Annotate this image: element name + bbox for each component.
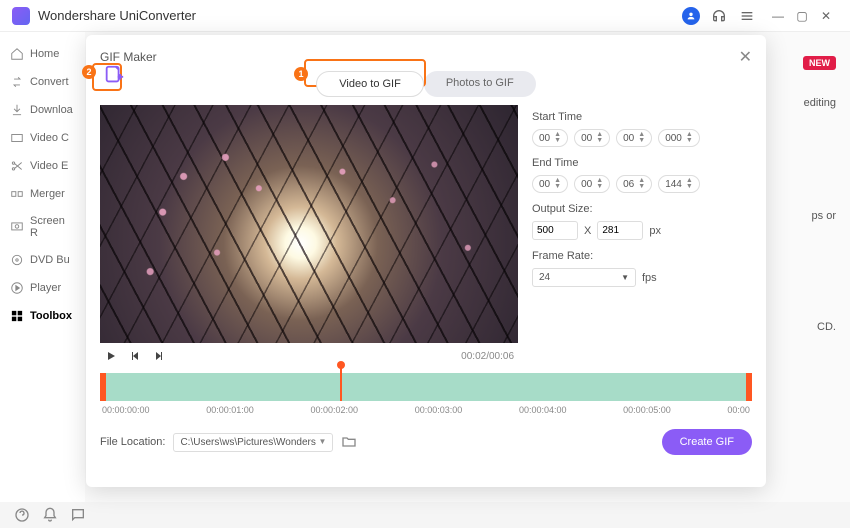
end-hours-stepper[interactable]: 00▲▼ [532,175,568,193]
output-height-input[interactable] [597,221,643,240]
x-separator: X [584,225,591,237]
play-circle-icon [10,281,24,295]
player-time: 00:02/00:06 [461,351,514,362]
sidebar-item-label: Toolbox [30,310,72,322]
playhead[interactable] [340,365,342,401]
sidebar-item-label: Merger [30,188,65,200]
add-file-button[interactable] [102,63,126,87]
sidebar-nav: Home Convert Downloa Video C Video E Mer… [0,32,85,502]
create-gif-button[interactable]: Create GIF [662,429,752,455]
sidebar-item-label: Home [30,48,59,60]
start-minutes-stepper[interactable]: 00▲▼ [574,129,610,147]
app-title: Wondershare UniConverter [38,8,196,23]
video-compress-icon [10,131,24,145]
video-preview[interactable] [100,105,518,343]
chevron-down-icon: ▼ [319,437,327,448]
annotation-number-1: 1 [294,67,308,81]
start-hours-stepper[interactable]: 00▲▼ [532,129,568,147]
sidebar-item-toolbox[interactable]: Toolbox [0,302,85,330]
fps-label: fps [642,272,657,284]
user-avatar-icon[interactable] [682,7,700,25]
output-size-label: Output Size: [532,203,752,215]
minimize-button[interactable]: — [766,9,790,23]
timeline: 00:00:00:00 00:00:01:00 00:00:02:00 00:0… [100,373,752,415]
title-bar: Wondershare UniConverter — ▢ ✕ [0,0,850,32]
footer-bar [0,502,100,528]
hamburger-menu-icon[interactable] [738,7,756,25]
close-modal-button[interactable]: ✕ [739,47,752,67]
tick-label: 00:00:05:00 [623,405,671,415]
tick-label: 00:00 [727,405,750,415]
home-icon [10,47,24,61]
file-location-select[interactable]: C:\Users\ws\Pictures\Wonders▼ [173,433,333,452]
sidebar-item-player[interactable]: Player [0,274,85,302]
sidebar-item-label: Video E [30,160,68,172]
tick-label: 00:00:04:00 [519,405,567,415]
merge-icon [10,187,24,201]
end-ms-stepper[interactable]: 144▲▼ [658,175,700,193]
tab-photos-to-gif[interactable]: Photos to GIF [424,71,536,97]
sidebar-item-download[interactable]: Downloa [0,96,85,124]
sidebar-item-label: Downloa [30,104,73,116]
tick-label: 00:00:00:00 [102,405,150,415]
sidebar-item-video-edit[interactable]: Video E [0,152,85,180]
gif-maker-modal: GIF Maker ✕ 2 Video to GIF Photos to GIF… [86,35,766,487]
mode-tabs: Video to GIF Photos to GIF [100,71,752,97]
chevron-down-icon: ▼ [621,273,629,282]
sidebar-item-convert[interactable]: Convert [0,68,85,96]
sidebar-item-label: Convert [30,76,69,88]
tick-label: 00:00:01:00 [206,405,254,415]
play-button[interactable] [104,349,118,363]
sidebar-item-home[interactable]: Home [0,40,85,68]
bg-text-fragment: ps or [812,210,836,222]
app-logo [12,7,30,25]
sidebar-item-label: DVD Bu [30,254,70,266]
maximize-button[interactable]: ▢ [790,9,814,23]
convert-icon [10,75,24,89]
toolbox-icon [10,309,24,323]
frame-rate-label: Frame Rate: [532,250,752,262]
help-icon[interactable] [14,507,30,523]
timeline-ticks: 00:00:00:00 00:00:01:00 00:00:02:00 00:0… [100,405,752,415]
settings-panel: Start Time 00▲▼ 00▲▼ 00▲▼ 000▲▼ End Time… [532,105,752,363]
disc-icon [10,253,24,267]
open-folder-button[interactable] [341,434,357,450]
new-badge: NEW [803,56,836,70]
output-width-input[interactable] [532,221,578,240]
sidebar-item-dvd-burn[interactable]: DVD Bu [0,246,85,274]
px-label: px [649,225,661,237]
tick-label: 00:00:03:00 [415,405,463,415]
sidebar-item-screen-record[interactable]: Screen R [0,208,85,246]
file-location-label: File Location: [100,436,165,448]
timeline-track[interactable] [100,373,752,401]
bg-text-fragment: editing [804,97,836,109]
feedback-icon[interactable] [70,507,86,523]
start-ms-stepper[interactable]: 000▲▼ [658,129,700,147]
download-icon [10,103,24,117]
sidebar-item-label: Player [30,282,61,294]
sidebar-item-label: Video C [30,132,69,144]
end-seconds-stepper[interactable]: 06▲▼ [616,175,652,193]
modal-title: GIF Maker [100,50,157,64]
frame-rate-select[interactable]: 24▼ [532,268,636,287]
bell-icon[interactable] [42,507,58,523]
previous-frame-button[interactable] [128,349,142,363]
scissors-icon [10,159,24,173]
next-frame-button[interactable] [152,349,166,363]
sidebar-item-merger[interactable]: Merger [0,180,85,208]
annotation-number-2: 2 [82,65,96,79]
player-controls: 00:02/00:06 [100,349,518,363]
start-seconds-stepper[interactable]: 00▲▼ [616,129,652,147]
bg-text-fragment: CD. [817,321,836,333]
end-minutes-stepper[interactable]: 00▲▼ [574,175,610,193]
tick-label: 00:00:02:00 [310,405,358,415]
support-icon[interactable] [710,7,728,25]
close-window-button[interactable]: ✕ [814,9,838,23]
tab-video-to-gif[interactable]: Video to GIF [316,71,424,97]
end-time-label: End Time [532,157,752,169]
start-time-label: Start Time [532,111,752,123]
sidebar-item-video-compress[interactable]: Video C [0,124,85,152]
sidebar-item-label: Screen R [30,215,75,239]
record-icon [10,220,24,234]
